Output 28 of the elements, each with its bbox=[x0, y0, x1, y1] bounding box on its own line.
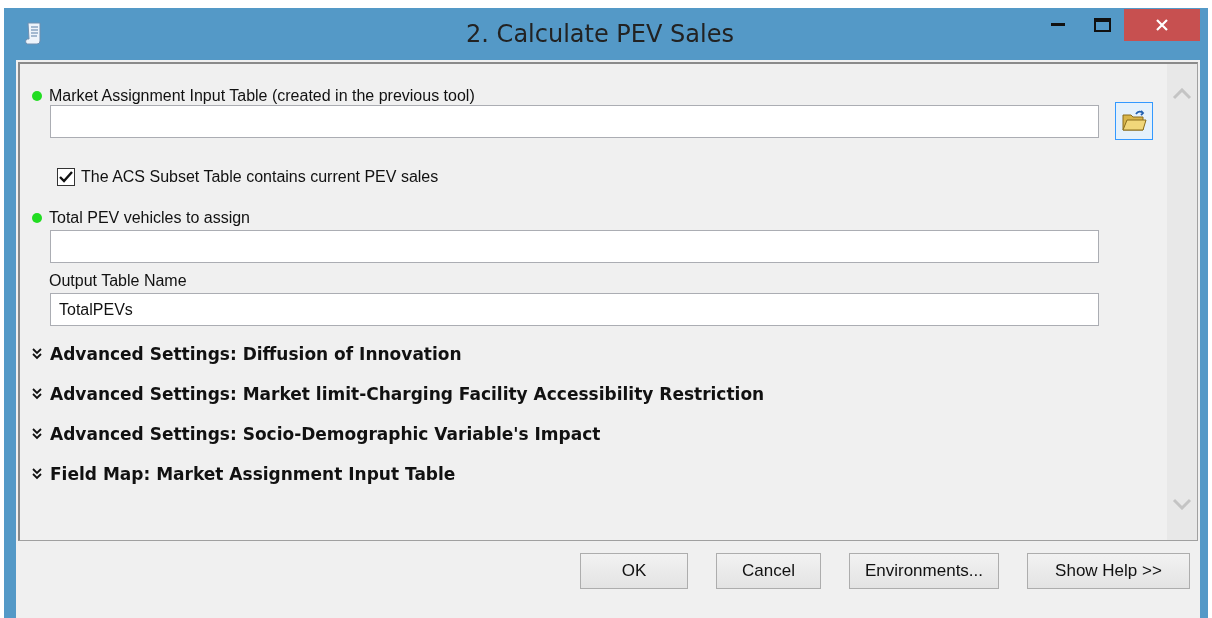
close-button[interactable] bbox=[1124, 9, 1200, 41]
section-header[interactable]: Field Map: Market Assignment Input Table bbox=[32, 463, 1153, 484]
dialog-button[interactable]: Show Help >> bbox=[1027, 553, 1190, 589]
maximize-icon bbox=[1093, 18, 1111, 32]
section-header[interactable]: Advanced Settings: Market limit-Charging Facility Accessibility Restriction bbox=[32, 383, 1153, 404]
scroll-icon bbox=[24, 21, 44, 47]
folder-icon bbox=[1121, 109, 1147, 133]
dialog-button[interactable]: OK bbox=[580, 553, 688, 589]
checkbox[interactable] bbox=[57, 168, 75, 186]
expand-icon bbox=[32, 467, 42, 480]
checkbox-option[interactable]: The ACS Subset Table contains current PEV sales bbox=[57, 168, 1153, 186]
field-label: Total PEV vehicles to assign bbox=[49, 209, 250, 227]
input-field[interactable] bbox=[50, 104, 1099, 138]
expand-icon bbox=[32, 387, 42, 400]
input-field[interactable] bbox=[50, 230, 1099, 263]
browse-button[interactable] bbox=[1115, 102, 1153, 140]
input-field[interactable]: TotalPEVs bbox=[50, 293, 1099, 326]
expand-icon bbox=[32, 427, 42, 440]
section-header[interactable]: Advanced Settings: Diffusion of Innovation bbox=[32, 343, 1153, 364]
dialog-button[interactable]: Environments... bbox=[849, 553, 999, 589]
dialog-button[interactable]: Cancel bbox=[716, 553, 821, 589]
expand-icon bbox=[32, 347, 42, 360]
window-title: 2. Calculate PEV Sales bbox=[465, 20, 735, 48]
minimize-icon bbox=[1051, 23, 1065, 27]
close-icon bbox=[1155, 18, 1169, 32]
field-label: Output Table Name bbox=[49, 272, 187, 290]
field-label: Market Assignment Input Table (created in the previous tool) bbox=[49, 87, 475, 105]
section-header[interactable]: Advanced Settings: Socio-Demographic Variable's Impact bbox=[32, 423, 1153, 444]
